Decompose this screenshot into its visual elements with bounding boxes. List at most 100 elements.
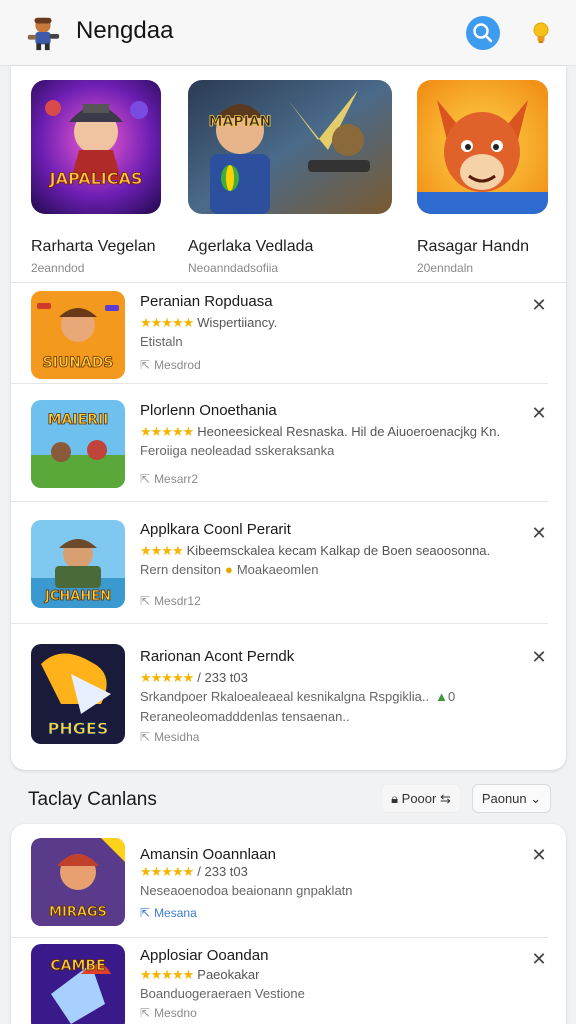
thumbnail-art-text: SIUNADS — [43, 355, 114, 371]
divider — [11, 937, 548, 938]
link-icon: ⇱ — [140, 730, 151, 744]
featured-app-subtitle: 20enndaln — [417, 261, 474, 275]
app-rating: ★★★★★/ 233 t03 — [140, 864, 248, 880]
thumbnail-art-text: PHGES — [48, 719, 109, 738]
app-thumbnail: MAIERII — [31, 400, 125, 488]
app-description: Boanduogeraeraen Vestione — [140, 986, 305, 1001]
filter-phone-dropdown[interactable]: Paonun ⌄ — [472, 784, 551, 813]
list-item[interactable]: MIRAGS Amansin Ooannlaan ★★★★★/ 233 t03 … — [11, 824, 566, 938]
meta-text: Mesdrod — [154, 358, 201, 372]
featured-app[interactable]: JAPALICAS Rarharta Vegelan 2eanndod — [31, 80, 161, 275]
dismiss-button[interactable]: ✕ — [529, 846, 549, 866]
list-item[interactable]: PHGES Rarionan Acont Perndk ★★★★★/ 233 t… — [11, 634, 566, 754]
dismiss-button[interactable]: ✕ — [529, 648, 549, 668]
close-icon: ✕ — [531, 295, 547, 316]
today-card: MIRAGS Amansin Ooannlaan ★★★★★/ 233 t03 … — [11, 824, 566, 1024]
divider — [11, 282, 566, 283]
app-title: Nengdaa — [76, 17, 174, 44]
featured-app[interactable]: Rasagar Handn 20enndaln — [417, 80, 548, 275]
close-icon: ✕ — [531, 845, 547, 866]
search-button[interactable] — [466, 16, 500, 50]
app-meta: ⇱ Mesana — [140, 906, 197, 920]
app-thumbnail: JCHAHEN — [31, 520, 125, 608]
link-icon: ⇱ — [140, 594, 151, 608]
featured-app-artwork — [417, 80, 548, 214]
app-thumbnail: CAMBE — [31, 944, 125, 1024]
featured-app-title: Rarharta Vegelan — [31, 238, 156, 255]
game-character-logo[interactable] — [24, 14, 62, 52]
featured-art-text: MAPIAN — [209, 114, 272, 130]
lock-icon: 🔒︎ — [391, 791, 399, 806]
featured-app-artwork: MAPIAN — [188, 80, 392, 214]
coin-icon: ● — [224, 562, 233, 577]
thumbnail-art-text: MAIERII — [48, 412, 109, 428]
rating-text: Paeokakar — [197, 967, 260, 982]
chevron-down-icon: ⌄ — [530, 791, 542, 806]
divider — [11, 383, 548, 384]
list-item[interactable]: MAIERII Plorlenn Onoethania ★★★★★ Heonees… — [11, 392, 566, 502]
app-title: Rarionan Acont Perndk — [140, 648, 295, 665]
app-title: Peranian Ropduasa — [140, 293, 273, 310]
meta-text: Mesana — [154, 906, 197, 920]
top-app-bar: Nengdaa — [0, 0, 576, 66]
app-description: Feroiiga neoleadad sskeraksanka — [140, 443, 335, 458]
app-rating: ★★★★ Kibeemsckalea kecam Kalkap de Boen s… — [140, 543, 490, 559]
app-meta: ⇱ Mesarr2 — [140, 472, 198, 486]
close-icon: ✕ — [531, 403, 547, 424]
meta-text: Mesarr2 — [154, 472, 199, 486]
dismiss-button[interactable]: ✕ — [529, 404, 549, 424]
thumbnail-art-text: JCHAHEN — [44, 589, 111, 604]
star-rating-icon: ★★★★★ — [140, 670, 194, 685]
app-description: Srkandpoer Rkaloealeaeal kesnikalgna Rsp… — [140, 689, 455, 704]
link-icon: ⇱ — [140, 472, 151, 486]
dismiss-button[interactable]: ✕ — [529, 524, 549, 544]
link-icon: ⇱ — [140, 358, 151, 372]
app-title: Plorlenn Onoethania — [140, 402, 277, 419]
app-description: Etistaln — [140, 334, 183, 349]
green-badge-icon: ▲ — [435, 689, 448, 704]
app-meta: ⇱ Mesdrod — [140, 358, 201, 372]
list-item[interactable]: JCHAHEN Applkara Coonl Perarit ★★★★ Kibee… — [11, 512, 566, 624]
divider — [11, 623, 548, 624]
close-icon: ✕ — [531, 949, 547, 970]
star-rating-icon: ★★★★★ — [140, 424, 194, 439]
app-thumbnail: PHGES — [31, 644, 125, 744]
dismiss-button[interactable]: ✕ — [529, 950, 549, 970]
filter-phone-label: Paonun — [481, 791, 527, 806]
rating-text: Kibeemsckalea kecam Kalkap de Boen seaoo… — [186, 543, 491, 558]
app-description: Neseaoenodoa beaionann gnpaklatn — [140, 883, 353, 898]
filter-power-label: Pooor — [401, 791, 437, 806]
app-thumbnail: SIUNADS — [31, 291, 125, 379]
lightbulb-icon — [533, 22, 549, 43]
link-icon: ⇱ — [140, 906, 151, 920]
featured-app[interactable]: MAPIAN Agerlaka Vedlada Neoanndadsofiia — [188, 80, 392, 275]
description-extra: Moakaeomlen — [236, 562, 319, 577]
star-rating-icon: ★★★★★ — [140, 315, 194, 330]
close-icon: ✕ — [531, 523, 547, 544]
rating-text: Heoneesickeal Resnaska. Hil de Aiuoeroen… — [197, 424, 501, 439]
description-text: Rern densiton — [140, 562, 221, 577]
star-rating-icon: ★★★★★ — [140, 864, 194, 879]
featured-app-title: Agerlaka Vedlada — [188, 238, 314, 255]
dismiss-button[interactable]: ✕ — [529, 296, 549, 316]
list-item[interactable]: CAMBE Applosiar Ooandan ★★★★★ Paeokakar B… — [11, 940, 566, 1024]
description-extra: 0 — [447, 689, 456, 704]
featured-app-subtitle: 2eanndod — [31, 261, 85, 275]
filter-power-button[interactable]: 🔒︎ Pooor ⇆ — [381, 784, 461, 813]
expand-icon: ⇆ — [439, 791, 451, 806]
divider — [11, 501, 548, 502]
app-rating: ★★★★★ Heoneesickeal Resnaska. Hil de Aiuo… — [140, 424, 500, 440]
search-icon — [473, 23, 493, 43]
featured-app-artwork: JAPALICAS — [31, 80, 161, 214]
list-item[interactable]: SIUNADS Peranian Ropduasa ★★★★★ Wispertii… — [11, 284, 566, 384]
app-rating: ★★★★★ Paeokakar — [140, 967, 259, 983]
app-meta: ⇱ Mesdno — [140, 1006, 197, 1020]
notification-button[interactable] — [526, 18, 556, 48]
close-icon: ✕ — [531, 647, 547, 668]
star-rating-icon: ★★★★ — [140, 543, 184, 558]
thumbnail-art-text: MIRAGS — [49, 905, 107, 920]
app-title: Applkara Coonl Perarit — [140, 521, 291, 538]
meta-text: Mesdno — [154, 1006, 197, 1020]
description-text: Srkandpoer Rkaloealeaeal kesnikalgna Rsp… — [140, 689, 430, 704]
featured-app-title: Rasagar Handn — [417, 238, 530, 255]
